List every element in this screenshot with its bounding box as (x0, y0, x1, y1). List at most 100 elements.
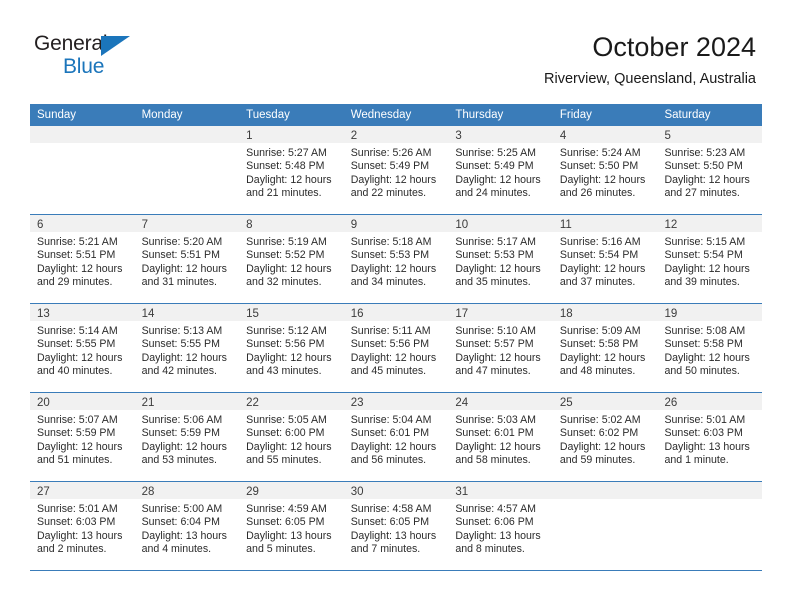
weekday-header-saturday: Saturday (664, 109, 711, 121)
sunset-text: Sunset: 6:00 PM (246, 427, 325, 440)
day-number: 2 (350, 130, 358, 142)
day-number: 8 (246, 219, 253, 231)
daylight-text: Daylight: 12 hours (455, 440, 541, 453)
sunrise-text: Sunrise: 5:10 AM (455, 325, 536, 337)
sunrise-text: Sunrise: 5:11 AM (350, 325, 431, 337)
sunset-text: Sunset: 6:05 PM (350, 516, 430, 529)
daylight-text: and 35 minutes. (455, 275, 531, 288)
day-cell-5[interactable]: 5 Sunrise: 5:23 AM Sunset: 5:50 PM Daylight… (657, 126, 763, 214)
sunrise-text: Sunrise: 5:00 AM (141, 503, 223, 515)
day-cell-31[interactable]: 31 Sunrise: 4:57 AM Sunset: 6:06 PM Dayligh… (448, 482, 553, 570)
day-number-band: 14 (134, 304, 240, 321)
day-cell-22[interactable]: 22 Sunrise: 5:05 AM Sunset: 6:00 PM Dayligh… (239, 393, 344, 481)
daylight-text: and 56 minutes. (350, 453, 427, 466)
day-cell-24[interactable]: 24 Sunrise: 5:03 AM Sunset: 6:01 PM Dayligh… (448, 393, 553, 481)
day-number: 17 (455, 308, 469, 320)
day-cell-6[interactable]: 6 Sunrise: 5:21 AM Sunset: 5:51 PM Daylight… (30, 215, 135, 303)
day-number-band: 11 (552, 215, 658, 232)
daylight-text: and 37 minutes. (559, 275, 636, 288)
sunset-text: Sunset: 5:55 PM (37, 338, 116, 351)
day-cell-16[interactable]: 16 Sunrise: 5:11 AM Sunset: 5:56 PM Dayligh… (343, 304, 449, 392)
day-cell-17[interactable]: 17 Sunrise: 5:10 AM Sunset: 5:57 PM Dayligh… (448, 304, 553, 392)
calendar-grid: Sunday Monday Tuesday Wednesday Thursday Frid… (30, 104, 763, 571)
day-cell-26[interactable]: 26 Sunrise: 5:01 AM Sunset: 6:03 PM Dayligh… (657, 393, 763, 481)
sunset-text: Sunset: 5:49 PM (350, 160, 430, 173)
day-cell-8[interactable]: 8 Sunrise: 5:19 AM Sunset: 5:52 PM Daylight… (239, 215, 344, 303)
day-cell-3[interactable]: 3 Sunrise: 5:25 AM Sunset: 5:49 PM Daylight… (448, 126, 553, 214)
day-cell-9[interactable]: 9 Sunrise: 5:18 AM Sunset: 5:53 PM Daylight… (343, 215, 449, 303)
daylight-text: and 58 minutes. (455, 453, 531, 466)
day-number-band: 8 (239, 215, 344, 232)
daylight-text: Daylight: 12 hours (350, 262, 437, 275)
generalblue-logo[interactable]: General Blue (34, 32, 154, 80)
logo-text-general: General (34, 32, 108, 55)
day-cell-28[interactable]: 28 Sunrise: 5:00 AM Sunset: 6:04 PM Dayligh… (134, 482, 240, 570)
day-cell-12[interactable]: 12 Sunrise: 5:15 AM Sunset: 5:54 PM Dayligh… (657, 215, 763, 303)
sunrise-text: Sunrise: 5:27 AM (246, 147, 327, 159)
day-details: Sunrise: 5:04 AM Sunset: 6:01 PM Daylight:… (344, 410, 449, 467)
daylight-text: Daylight: 12 hours (559, 262, 646, 275)
sunrise-text: Sunrise: 5:12 AM (246, 325, 327, 337)
sunrise-text: Sunrise: 5:23 AM (664, 147, 746, 159)
day-cell-15[interactable]: 15 Sunrise: 5:12 AM Sunset: 5:56 PM Dayligh… (239, 304, 344, 392)
day-cell-25[interactable]: 25 Sunrise: 5:02 AM Sunset: 6:02 PM Dayligh… (552, 393, 658, 481)
day-details: Sunrise: 4:59 AM Sunset: 6:05 PM Daylight:… (239, 499, 344, 556)
daylight-text: and 53 minutes. (141, 453, 217, 466)
day-number: 25 (559, 397, 573, 409)
daylight-text: and 51 minutes. (37, 453, 113, 466)
sunset-text: Sunset: 5:48 PM (246, 160, 325, 173)
sunrise-text: Sunrise: 5:19 AM (246, 236, 327, 248)
day-number-band: 16 (343, 304, 449, 321)
day-cell-27[interactable]: 27 Sunrise: 5:01 AM Sunset: 6:03 PM Dayligh… (30, 482, 135, 570)
day-number: 4 (559, 130, 567, 142)
day-cell-10[interactable]: 10 Sunrise: 5:17 AM Sunset: 5:53 PM Dayligh… (448, 215, 553, 303)
weekday-header-tuesday: Tuesday (246, 109, 290, 121)
sunset-text: Sunset: 5:53 PM (455, 249, 534, 262)
daylight-text: and 24 minutes. (455, 186, 531, 199)
sunset-text: Sunset: 5:58 PM (559, 338, 639, 351)
sunset-text: Sunset: 5:51 PM (37, 249, 116, 262)
day-details: Sunrise: 5:12 AM Sunset: 5:56 PM Daylight:… (239, 321, 344, 378)
day-details: Sunrise: 5:27 AM Sunset: 5:48 PM Daylight:… (239, 143, 344, 200)
day-cell-7[interactable]: 7 Sunrise: 5:20 AM Sunset: 5:51 PM Daylight… (134, 215, 240, 303)
day-number-band: 17 (448, 304, 553, 321)
day-number: 31 (455, 486, 469, 498)
daylight-text: and 31 minutes. (141, 275, 217, 288)
sunrise-text: Sunrise: 4:58 AM (350, 503, 432, 515)
day-cell-11[interactable]: 11 Sunrise: 5:16 AM Sunset: 5:54 PM Dayligh… (552, 215, 658, 303)
day-cell-1[interactable]: 1 Sunrise: 5:27 AM Sunset: 5:48 PM Daylight… (239, 126, 344, 214)
daylight-text: and 32 minutes. (246, 275, 322, 288)
day-number: 1 (246, 130, 253, 142)
day-details: Sunrise: 5:17 AM Sunset: 5:53 PM Daylight:… (448, 232, 553, 289)
day-details: Sunrise: 5:20 AM Sunset: 5:51 PM Daylight:… (135, 232, 240, 289)
daylight-text: and 48 minutes. (559, 364, 636, 377)
day-cell-29[interactable]: 29 Sunrise: 4:59 AM Sunset: 6:05 PM Dayligh… (239, 482, 344, 570)
day-number-band: 27 (30, 482, 135, 499)
sunset-text: Sunset: 5:54 PM (559, 249, 639, 262)
day-cell-13[interactable]: 13 Sunrise: 5:14 AM Sunset: 5:55 PM Dayligh… (30, 304, 135, 392)
day-number: 9 (350, 219, 358, 231)
day-cell-20[interactable]: 20 Sunrise: 5:07 AM Sunset: 5:59 PM Dayligh… (30, 393, 135, 481)
day-cell-30[interactable]: 30 Sunrise: 4:58 AM Sunset: 6:05 PM Dayligh… (343, 482, 449, 570)
sunrise-text: Sunrise: 5:01 AM (664, 414, 746, 426)
day-cell-23[interactable]: 23 Sunrise: 5:04 AM Sunset: 6:01 PM Dayligh… (343, 393, 449, 481)
daylight-text: and 43 minutes. (246, 364, 322, 377)
day-cell-19[interactable]: 19 Sunrise: 5:08 AM Sunset: 5:58 PM Dayligh… (657, 304, 763, 392)
day-cell-empty (657, 482, 763, 570)
sunrise-text: Sunrise: 5:04 AM (350, 414, 432, 426)
day-cell-4[interactable]: 4 Sunrise: 5:24 AM Sunset: 5:50 PM Daylight… (552, 126, 658, 214)
day-cell-18[interactable]: 18 Sunrise: 5:09 AM Sunset: 5:58 PM Dayligh… (552, 304, 658, 392)
logo-text-blue: Blue (63, 55, 105, 78)
day-number-band: 13 (30, 304, 135, 321)
day-details: Sunrise: 5:25 AM Sunset: 5:49 PM Daylight:… (448, 143, 553, 200)
page-title: October 2024 (592, 32, 756, 62)
day-number: 21 (141, 397, 155, 409)
day-cell-14[interactable]: 14 Sunrise: 5:13 AM Sunset: 5:55 PM Dayligh… (134, 304, 240, 392)
day-cell-2[interactable]: 2 Sunrise: 5:26 AM Sunset: 5:49 PM Daylight… (343, 126, 449, 214)
calendar-week-row: 6 Sunrise: 5:21 AM Sunset: 5:51 PM Daylight… (30, 215, 763, 304)
daylight-text: and 59 minutes. (559, 453, 636, 466)
day-number: 11 (559, 219, 572, 231)
day-cell-21[interactable]: 21 Sunrise: 5:06 AM Sunset: 5:59 PM Dayligh… (134, 393, 240, 481)
day-details: Sunrise: 5:21 AM Sunset: 5:51 PM Daylight:… (30, 232, 135, 289)
daylight-text: Daylight: 12 hours (141, 440, 227, 453)
